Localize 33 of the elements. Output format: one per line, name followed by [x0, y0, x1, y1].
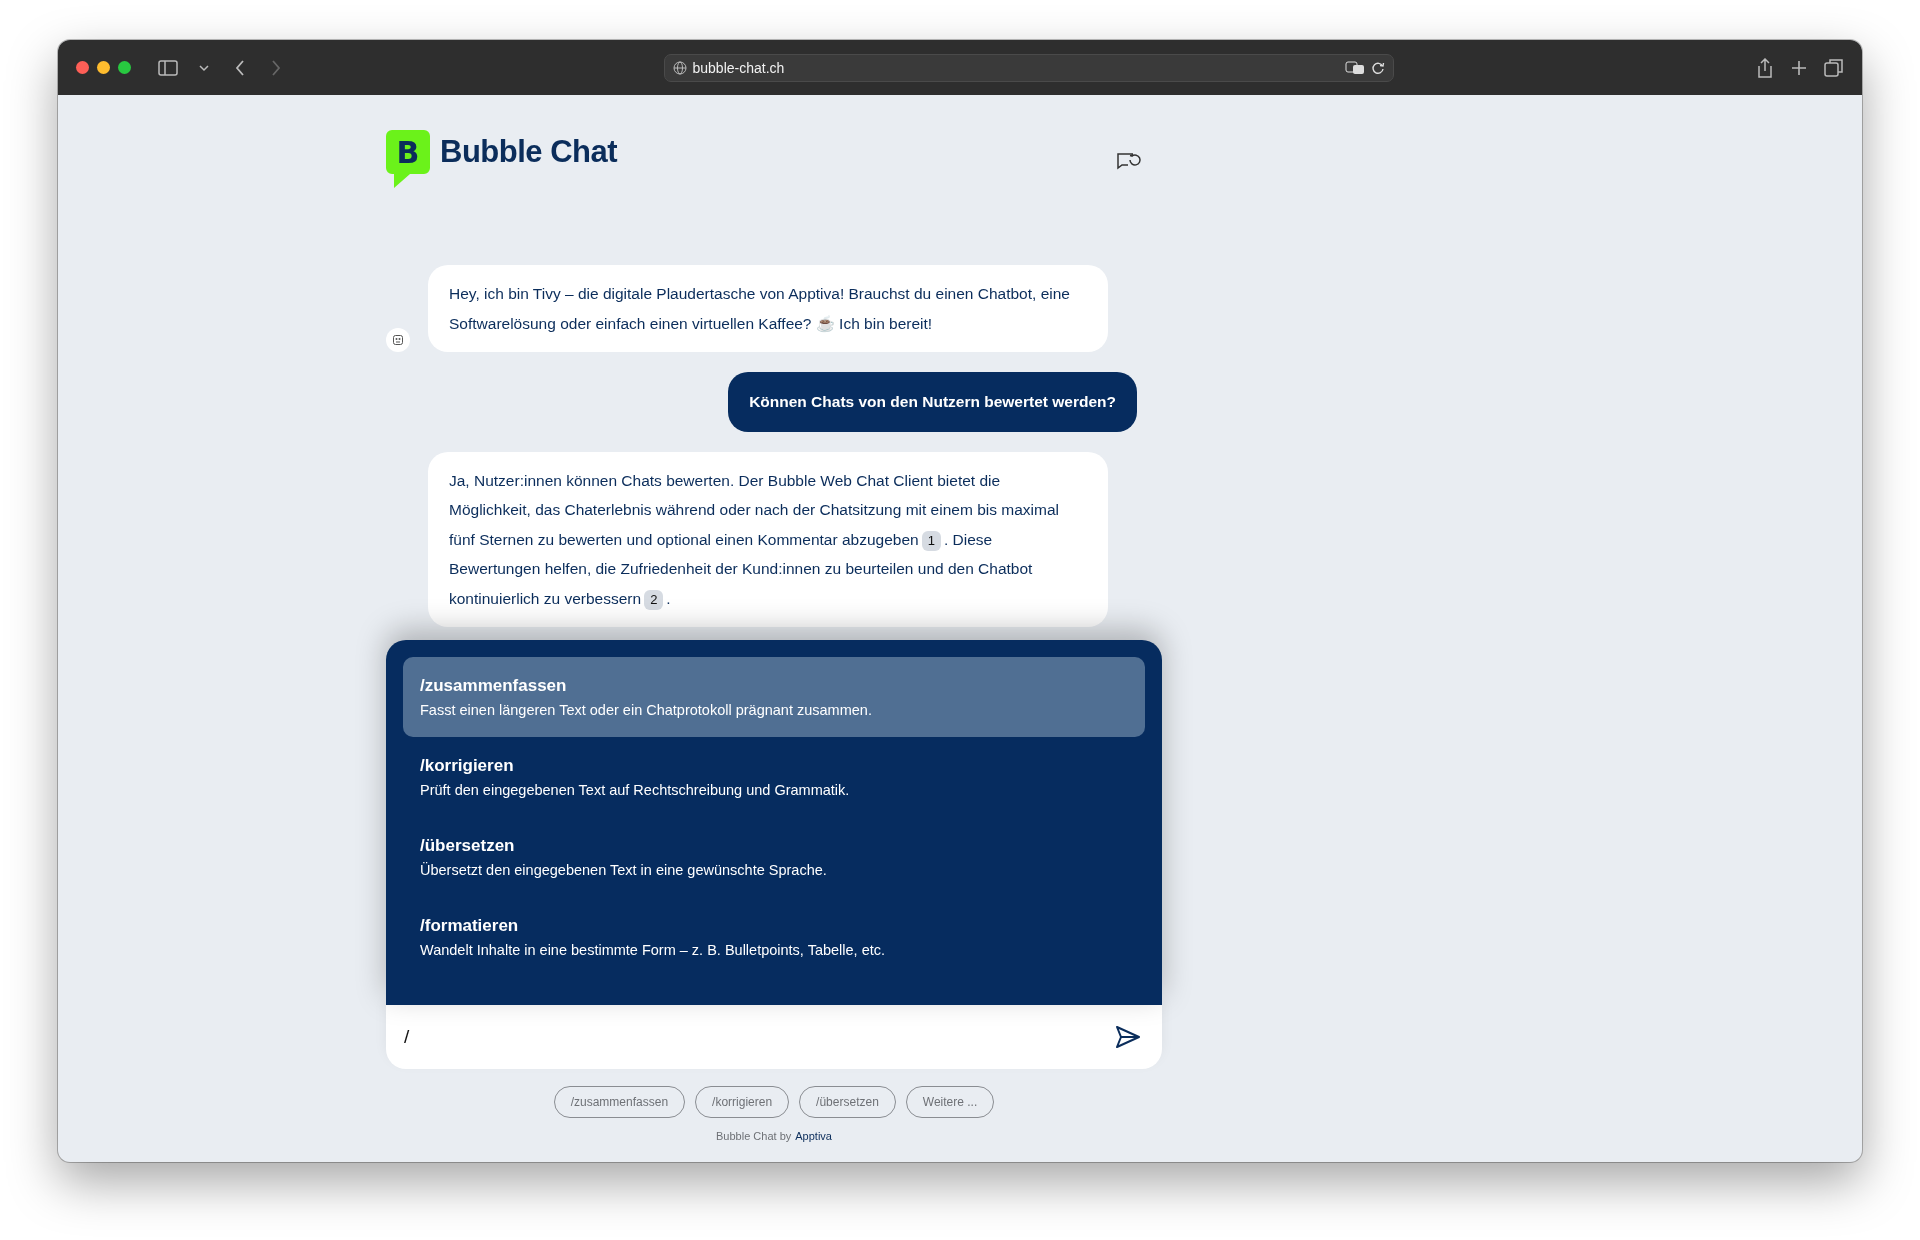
globe-icon	[672, 60, 687, 75]
command-description: Übersetzt den eingegebenen Text in eine gewünschte Sprache.	[420, 862, 828, 878]
command-description: Fasst einen längeren Text oder ein Chatprotokoll prägnant zusammen.	[420, 702, 873, 718]
command-menu-item[interactable]: /zusammenfassen Fasst einen längeren Text oder ein Chatprotokoll prägnant zusammen.	[403, 657, 1145, 737]
brand-name: Bubble Chat	[440, 134, 618, 170]
tabs-icon[interactable]	[1824, 57, 1844, 78]
minimize-button[interactable]	[97, 61, 110, 74]
command-menu-item[interactable]: /korrigieren Prüft den eingegebenen Text auf Rechtschreibung und Grammatik.	[403, 737, 1145, 817]
user-message: Können Chats von den Nutzern bewertet werden?	[728, 372, 1137, 432]
command-menu-item[interactable]: /übersetzen Übersetzt den eingegebenen Text in eine gewünschte Sprache.	[403, 817, 1145, 897]
share-icon[interactable]	[1756, 57, 1774, 78]
command-menu-item[interactable]: /formatieren Wandelt Inhalte in eine bestimmte Form – z. B. Bulletpoints, Tabelle, etc.	[403, 897, 1145, 977]
maximize-button[interactable]	[118, 61, 131, 74]
close-button[interactable]	[76, 61, 89, 74]
address-bar[interactable]: bubble-chat.ch	[663, 53, 1394, 82]
command-name: /zusammenfassen	[420, 676, 568, 696]
message-input-field[interactable]: /	[402, 1025, 1104, 1049]
url-text: bubble-chat.ch	[692, 59, 786, 76]
bot-message: Ja, Nutzer:innen können Chats bewerten. Der Bubble Web Chat Client bietet die Möglichkeit, das Chaterlebnis während oder nach der Chatsitzung mit einem bis maximal fünf Sternen zu bewerten und optional einen Kommentar abzugeben 1 . Diese Bewertungen helfen, die Zufriedenheit der Kund:innen zu beurteilen und den Chatbot kontinuierlich zu verbessern 2 .	[428, 451, 1108, 627]
command-name: /übersetzen	[420, 836, 516, 856]
reload-icon[interactable]	[1370, 60, 1385, 75]
footer-text: Bubble Chat by	[716, 1130, 792, 1142]
command-description: Wandelt Inhalte in eine bestimmte Form – z. B. Bulletpoints, Tabelle, etc.	[420, 942, 887, 958]
command-description: Prüft den eingegebenen Text auf Rechtschreibung und Grammatik.	[420, 782, 851, 798]
bot-message: Hey, ich bin Tivy – die digitale Plaudertasche von Apptiva! Brauchst du einen Chatbot, eine Softwarelösung oder einfach einen virtuellen Kaffee? ☕ Ich bin bereit!	[428, 265, 1108, 352]
translate-icon[interactable]	[1344, 60, 1365, 75]
bot-avatar-icon	[386, 328, 410, 352]
logo-icon: B	[386, 130, 430, 190]
send-icon[interactable]	[1114, 1023, 1142, 1051]
command-name: /korrigieren	[420, 756, 515, 776]
footer-link[interactable]: Apptiva	[795, 1130, 832, 1142]
command-name: /formatieren	[420, 916, 520, 936]
message-input[interactable]: /	[386, 1005, 1162, 1069]
